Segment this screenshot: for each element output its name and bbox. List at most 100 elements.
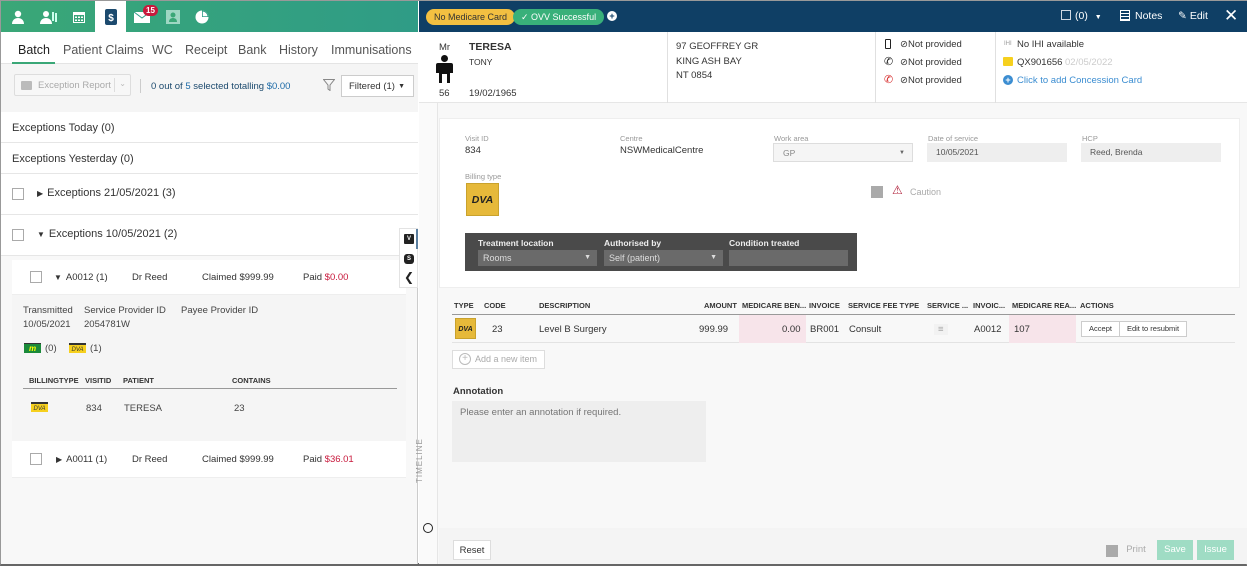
patients-icon[interactable] xyxy=(34,1,64,32)
dva-logo-icon: DVA xyxy=(69,343,86,353)
male-person-icon xyxy=(436,55,453,86)
item-service-menu-icon[interactable]: ≡ xyxy=(934,324,948,335)
notes-icon xyxy=(1120,10,1130,21)
treatment-location-select[interactable]: Rooms ▼ xyxy=(478,250,597,266)
appointments-dropdown[interactable]: (0) ▼ xyxy=(1061,10,1102,22)
edit-to-resubmit-button[interactable]: Edit to resubmit xyxy=(1119,321,1187,337)
hcp-value: Reed, Brenda xyxy=(1090,147,1143,157)
annotation-input[interactable] xyxy=(452,401,706,462)
tab-wc[interactable]: WC xyxy=(152,43,173,57)
centre-label: Centre xyxy=(620,134,643,143)
caret-down-icon: ▼ xyxy=(398,82,405,90)
accept-button[interactable]: Accept xyxy=(1081,321,1120,337)
print-checkbox[interactable] xyxy=(1106,545,1118,557)
mobile-text: Not provided xyxy=(907,39,962,50)
caret-down-icon: ▼ xyxy=(54,273,62,282)
tab-immunisations[interactable]: Immunisations xyxy=(331,43,412,57)
save-button[interactable]: Save xyxy=(1157,540,1193,560)
batch-paid: Paid $36.01 xyxy=(303,454,354,465)
group-toggle[interactable]: ▶ Exceptions 21/05/2021 (3) xyxy=(37,187,176,199)
mobile-value: ⊘Not provided xyxy=(900,39,962,50)
selection-total: $0.00 xyxy=(266,81,291,92)
date-of-service-value: 10/05/2021 xyxy=(936,147,979,157)
work-area-label: Work area xyxy=(774,134,809,143)
date-of-service-field[interactable]: 10/05/2021 xyxy=(927,143,1067,162)
paid-value: $0.00 xyxy=(324,272,349,283)
exceptions-group-10-05: ▼ Exceptions 10/05/2021 (2) xyxy=(1,215,418,256)
group-checkbox[interactable] xyxy=(12,188,24,200)
phone-icon: ✆ xyxy=(884,56,894,68)
side-tab-v[interactable]: V xyxy=(404,234,414,244)
table-row[interactable]: DVA 23 Level B Surgery 999.99 0.00 BR001… xyxy=(452,315,1235,343)
filter-funnel-icon[interactable] xyxy=(322,79,336,94)
dva-count: (1) xyxy=(90,343,102,354)
patient-cell: TERESA xyxy=(124,403,163,414)
col-service-fee-type: SERVICE FEE TYPE xyxy=(848,301,920,310)
person-icon[interactable] xyxy=(3,1,33,32)
condition-treated-input[interactable] xyxy=(729,250,848,266)
svg-text:$: $ xyxy=(108,13,114,24)
left-panel: $ 15 Batch Patient Claims WC Receipt Ban… xyxy=(1,1,418,564)
tab-bank[interactable]: Bank xyxy=(238,43,267,57)
collapse-chevron-icon[interactable]: ❮ xyxy=(404,270,414,284)
group-title: Exceptions 21/05/2021 (3) xyxy=(47,187,176,199)
add-concession-plus-icon: + xyxy=(1003,75,1013,85)
emergency-text: Not provided xyxy=(907,75,962,86)
tab-patient-claims[interactable]: Patient Claims xyxy=(63,43,144,57)
close-icon[interactable]: ✕ xyxy=(1224,6,1238,26)
edit-button[interactable]: ✎ Edit xyxy=(1178,10,1208,22)
ovv-successful-pill[interactable]: ✓ OVV Successful xyxy=(513,9,605,25)
col-service: SERVICE ... xyxy=(927,301,969,310)
issue-button[interactable]: Issue xyxy=(1197,540,1234,560)
patient-given-name: TONY xyxy=(469,57,493,67)
selection-prefix: 0 out of xyxy=(151,81,186,92)
batch-checkbox[interactable] xyxy=(30,453,42,465)
exceptions-yesterday-group[interactable]: Exceptions Yesterday (0) xyxy=(1,143,418,174)
batch-toggle[interactable]: ▶ A0011 (1) xyxy=(56,454,107,465)
work-area-select[interactable]: GP ▼ xyxy=(773,143,913,162)
batch-checkbox[interactable] xyxy=(30,271,42,283)
mail-icon[interactable]: 15 xyxy=(127,1,158,32)
side-tab-s[interactable]: S xyxy=(404,254,414,264)
tab-batch[interactable]: Batch xyxy=(18,43,50,57)
tab-receipt[interactable]: Receipt xyxy=(185,43,227,57)
treatment-bar: Treatment location Rooms ▼ Authorised by … xyxy=(465,233,857,271)
authorised-by-select[interactable]: Self (patient) ▼ xyxy=(604,250,723,266)
medicare-logo-icon: m xyxy=(24,343,41,353)
notes-button[interactable]: Notes xyxy=(1120,10,1162,22)
add-concession-link[interactable]: Click to add Concession Card xyxy=(1017,75,1142,86)
address-line-2: KING ASH BAY xyxy=(676,56,742,67)
calendar-icon[interactable] xyxy=(64,1,94,32)
group-toggle[interactable]: ▼ Exceptions 10/05/2021 (2) xyxy=(37,228,177,240)
transmitted-value: 10/05/2021 xyxy=(23,319,71,330)
exceptions-today-group[interactable]: Exceptions Today (0) xyxy=(1,112,418,143)
billing-icon[interactable]: $ xyxy=(95,1,126,32)
contacts-icon[interactable] xyxy=(158,1,188,32)
edit-label: Edit xyxy=(1189,10,1208,22)
timeline-rail[interactable]: TIMELINE xyxy=(415,103,438,564)
billing-type-dva-badge[interactable]: DVA xyxy=(466,183,499,216)
phone-text: Not provided xyxy=(907,57,962,68)
exception-report-button[interactable]: Exception Report ⌄ xyxy=(14,74,131,96)
authorised-by-value: Self (patient) xyxy=(609,253,661,263)
item-service-fee-type: Consult xyxy=(849,324,882,335)
caution-checkbox[interactable] xyxy=(871,186,883,198)
hcp-field[interactable]: Reed, Brenda xyxy=(1081,143,1221,162)
phone-value: ⊘Not provided xyxy=(900,57,962,68)
reset-button[interactable]: Reset xyxy=(453,540,491,560)
paid-label: Paid xyxy=(303,454,325,465)
centre-value: NSWMedicalCentre xyxy=(620,145,704,156)
batch-toggle[interactable]: ▼ A0012 (1) xyxy=(54,272,108,283)
no-medicare-card-pill[interactable]: No Medicare Card xyxy=(426,9,516,25)
group-checkbox[interactable] xyxy=(12,229,24,241)
mail-badge: 15 xyxy=(143,5,158,16)
col-code: CODE xyxy=(484,301,506,310)
tab-history[interactable]: History xyxy=(279,43,318,57)
reports-pie-icon[interactable] xyxy=(187,1,217,32)
patient-age: 56 xyxy=(439,88,450,99)
filter-dropdown[interactable]: Filtered (1) ▼ xyxy=(341,75,414,97)
add-new-item-button[interactable]: + Add a new item xyxy=(452,350,545,369)
selection-mid: selected totalling xyxy=(190,81,267,92)
contains-cell: 23 xyxy=(234,403,245,414)
add-plus-icon[interactable]: + xyxy=(607,11,617,21)
